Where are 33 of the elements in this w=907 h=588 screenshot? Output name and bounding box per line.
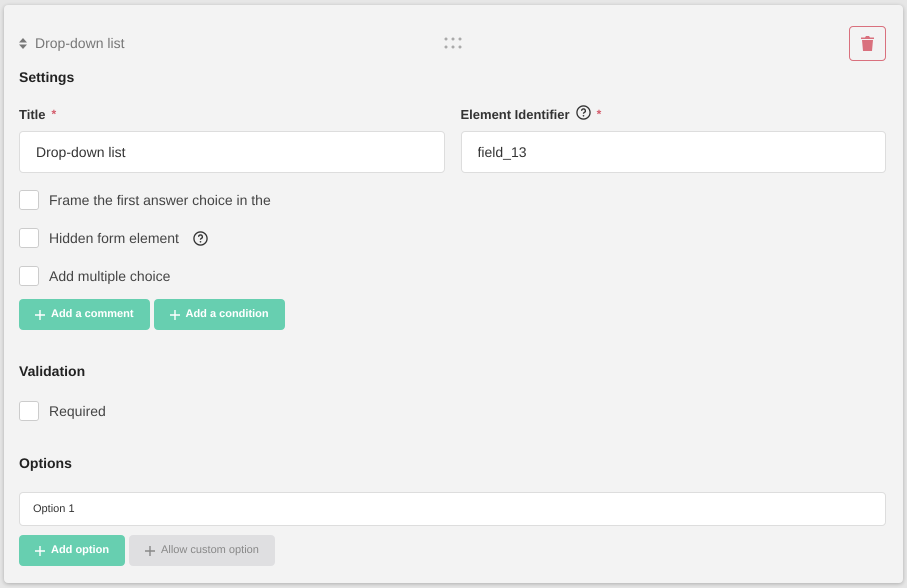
help-icon[interactable] — [192, 230, 208, 246]
checkbox[interactable] — [19, 228, 39, 248]
checkbox[interactable] — [19, 401, 39, 421]
add-button[interactable]: Add a condition — [154, 299, 285, 330]
element-title: Drop-down list — [35, 34, 124, 53]
sort-icon[interactable] — [19, 38, 27, 48]
drag-handle-icon[interactable] — [444, 37, 462, 49]
checkbox-label: Add multiple choice — [49, 266, 170, 286]
checkbox-label: Required — [49, 402, 106, 421]
text-field[interactable]: Drop-down list — [19, 131, 444, 173]
section-heading: Validation — [19, 362, 86, 381]
required-asterisk: * — [52, 106, 56, 123]
field-label: Element Identifier — [460, 106, 570, 124]
checkbox[interactable] — [19, 190, 39, 210]
plus-icon — [145, 546, 156, 556]
required-asterisk: * — [596, 106, 602, 123]
plus-icon — [35, 310, 45, 320]
option-button[interactable]: Allow custom option — [129, 535, 275, 566]
option-field[interactable]: Option 1 — [19, 492, 886, 526]
checkbox-label: Frame the first answer choice in the — [49, 190, 271, 210]
checkbox[interactable] — [19, 266, 39, 286]
section-heading: Options — [19, 454, 73, 473]
help-icon[interactable] — [576, 105, 591, 120]
section-heading: Settings — [19, 68, 76, 87]
trash-icon — [861, 36, 874, 50]
checkbox-label: Hidden form element — [49, 228, 179, 248]
plus-icon — [35, 546, 45, 556]
field-label: Title — [19, 106, 46, 124]
text-field[interactable]: field_13 — [460, 131, 886, 173]
add-button[interactable]: Add option — [19, 535, 126, 566]
add-button[interactable]: Add a comment — [19, 299, 150, 330]
delete-button[interactable] — [849, 26, 886, 60]
plus-icon — [170, 310, 180, 320]
